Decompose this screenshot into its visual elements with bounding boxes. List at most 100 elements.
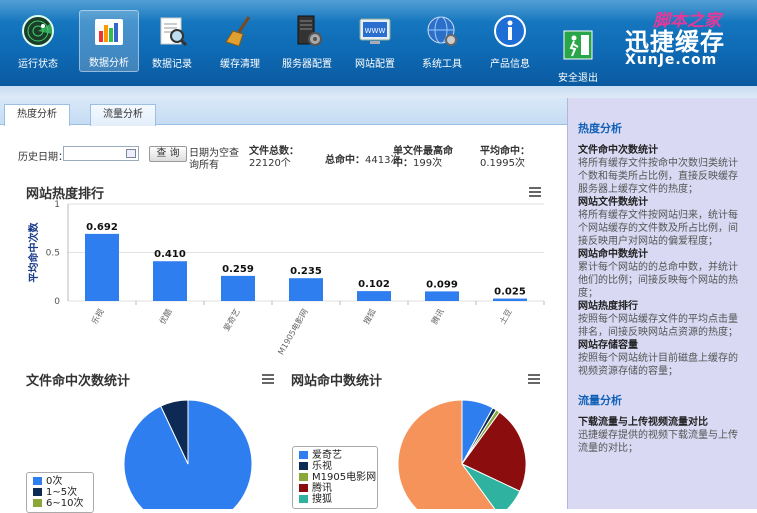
top-navigation-bar: 运行状态 数据分析 数据记录 缓存清理 服务器配置 WWW 网站配置 系统工具 … bbox=[0, 0, 757, 86]
nav-label: 运行状态 bbox=[18, 59, 58, 70]
sidebar-item-desc: 累计每个网站的的总命中数，并统计他们的比例；间接反映每个网站的热度； bbox=[578, 262, 738, 299]
help-sidebar: 热度分析 文件命中次数统计 将所有缓存文件按命中次数归类统计个数和每类所占比例，… bbox=[567, 98, 757, 509]
bar[interactable] bbox=[493, 298, 527, 301]
bar[interactable] bbox=[153, 261, 187, 301]
avg-hit-value: 0.1995次 bbox=[480, 158, 525, 169]
nav-item-product-info[interactable]: 产品信息 bbox=[480, 10, 540, 72]
bar[interactable] bbox=[425, 291, 459, 301]
pie-chart-site-hits bbox=[397, 399, 527, 509]
bar-chart-icon bbox=[95, 19, 123, 45]
legend-item[interactable]: 搜狐 bbox=[299, 494, 371, 505]
sidebar-item-desc: 按照每个网站统计目前磁盘上缓存的视频资源存储的容量； bbox=[578, 353, 738, 377]
hit-total-label: 总命中： bbox=[325, 155, 365, 166]
nav-item-system-tools[interactable]: 系统工具 bbox=[412, 10, 472, 72]
bar-chart: 平均命中次数 0 0.5 1 0.692 乐视 0.410 优酷 0.259 爱奇艺 0.235 M1… bbox=[27, 200, 545, 356]
bar-value-label: 0.102 bbox=[358, 279, 390, 290]
document-search-icon bbox=[160, 17, 188, 47]
chart-menu-icon[interactable] bbox=[528, 374, 540, 384]
x-tick-label: 爱奇艺 bbox=[221, 307, 242, 333]
exit-door-icon bbox=[563, 30, 593, 60]
nav-label: 网站配置 bbox=[355, 59, 395, 70]
sidebar-item-title: 下载流量与上传视频流量对比 bbox=[578, 417, 708, 428]
date-hint: 日期为空查询所有 bbox=[189, 148, 239, 171]
logo-text-en: XunJe.com bbox=[625, 52, 718, 68]
sidebar-item-title: 网站命中数统计 bbox=[578, 249, 648, 260]
single-max-stat: 单文件最高命中：199次 bbox=[393, 146, 463, 170]
tab-bar: 热度分析 流量分析 bbox=[0, 98, 567, 126]
x-tick-label: 搜狐 bbox=[361, 307, 378, 326]
brand-logo: 脚本之家 迅捷缓存 XunJe.com bbox=[625, 8, 755, 68]
info-icon bbox=[494, 15, 526, 47]
legend-item[interactable]: M1905电影网 bbox=[299, 472, 376, 483]
server-gear-icon bbox=[297, 15, 322, 46]
nav-label: 产品信息 bbox=[490, 59, 530, 70]
sidebar-item-desc: 将所有缓存文件按网站归来，统计每个网站缓存的文件数及所占比例，间接反映用户对网站… bbox=[578, 210, 738, 247]
legend-label: 腾讯 bbox=[312, 483, 332, 494]
legend-swatch bbox=[299, 495, 308, 503]
legend-swatch bbox=[299, 451, 308, 459]
pie-chart-site-hits-title: 网站命中数统计 bbox=[291, 374, 383, 389]
bar[interactable] bbox=[221, 275, 255, 301]
pie-chart-file-hits bbox=[123, 399, 253, 509]
bar-value-label: 0.692 bbox=[86, 222, 118, 233]
query-button[interactable]: 查 询 bbox=[149, 146, 187, 162]
svg-text:WWW: WWW bbox=[365, 27, 386, 35]
pie-chart-file-hits-title: 文件命中次数统计 bbox=[26, 374, 131, 389]
sidebar-item-title: 网站存储容量 bbox=[578, 340, 638, 351]
pie2-legend: 爱奇艺 乐视 M1905电影网 腾讯 搜狐 bbox=[292, 446, 378, 509]
legend-swatch bbox=[299, 462, 308, 470]
avg-hit-label: 平均命中： bbox=[480, 146, 530, 157]
legend-label: 6~10次 bbox=[46, 498, 84, 509]
bar-value-label: 0.099 bbox=[426, 279, 458, 290]
bar[interactable] bbox=[289, 278, 323, 301]
legend-label: 爱奇艺 bbox=[312, 450, 342, 461]
chart-menu-icon[interactable] bbox=[262, 374, 274, 384]
legend-swatch bbox=[299, 473, 308, 481]
nav-item-status[interactable]: 运行状态 bbox=[8, 10, 68, 72]
legend-item[interactable]: 6~10次 bbox=[33, 498, 87, 509]
legend-item[interactable]: 乐视 bbox=[299, 461, 371, 472]
nav-item-server-config[interactable]: 服务器配置 bbox=[277, 10, 337, 72]
file-total-label: 文件总数： bbox=[249, 146, 299, 157]
x-tick-label: 土豆 bbox=[497, 307, 514, 326]
tab-heat-analysis[interactable]: 热度分析 bbox=[4, 104, 70, 126]
nav-item-logout[interactable]: 安全退出 bbox=[548, 24, 608, 86]
broom-icon bbox=[225, 16, 251, 47]
y-tick-label: 0 bbox=[54, 297, 60, 307]
x-tick-label: 乐视 bbox=[89, 307, 106, 326]
avg-hit-stat: 平均命中：0.1995次 bbox=[480, 146, 550, 170]
tab-traffic-analysis[interactable]: 流量分析 bbox=[90, 104, 156, 126]
nav-item-data-records[interactable]: 数据记录 bbox=[142, 10, 202, 72]
nav-item-cache-clean[interactable]: 缓存清理 bbox=[210, 10, 270, 72]
legend-swatch bbox=[299, 484, 308, 492]
legend-item[interactable]: 腾讯 bbox=[299, 483, 371, 494]
legend-item[interactable]: 爱奇艺 bbox=[299, 450, 371, 461]
legend-item[interactable]: 0次 bbox=[33, 476, 87, 487]
legend-label: 搜狐 bbox=[312, 494, 332, 505]
history-date-input[interactable] bbox=[63, 146, 139, 161]
nav-item-site-config[interactable]: WWW 网站配置 bbox=[345, 10, 405, 72]
main-panel: 热度分析 流量分析 历史日期： 查 询 日期为空查询所有 文件总数：22120个… bbox=[0, 98, 567, 513]
radar-icon bbox=[22, 15, 54, 47]
nav-label: 数据分析 bbox=[89, 58, 129, 69]
globe-gear-icon bbox=[427, 16, 457, 46]
hit-total-stat: 总命中：4413次 bbox=[325, 151, 400, 166]
y-tick-label: 1 bbox=[54, 200, 60, 210]
y-axis-label: 平均命中次数 bbox=[27, 222, 40, 283]
pie1-legend: 0次 1~5次 6~10次 bbox=[26, 472, 94, 513]
legend-label: 1~5次 bbox=[46, 487, 78, 498]
nav-label: 数据记录 bbox=[152, 59, 192, 70]
nav-item-data-analysis[interactable]: 数据分析 bbox=[79, 10, 139, 72]
nav-bottom-strip bbox=[0, 86, 757, 98]
bar-value-label: 0.235 bbox=[290, 266, 322, 277]
single-max-value: 199次 bbox=[413, 158, 443, 169]
calendar-icon[interactable] bbox=[126, 149, 136, 158]
bar-value-label: 0.025 bbox=[494, 287, 526, 298]
bar[interactable] bbox=[357, 291, 391, 301]
bar[interactable] bbox=[85, 233, 119, 301]
legend-label: 乐视 bbox=[312, 461, 332, 472]
x-tick-label: M1905电影网 bbox=[275, 307, 309, 356]
legend-label: M1905电影网 bbox=[312, 472, 377, 483]
legend-item[interactable]: 1~5次 bbox=[33, 487, 87, 498]
sidebar-item-desc: 迅捷缓存提供的视频下载流量与上传流量的对比； bbox=[578, 430, 738, 454]
